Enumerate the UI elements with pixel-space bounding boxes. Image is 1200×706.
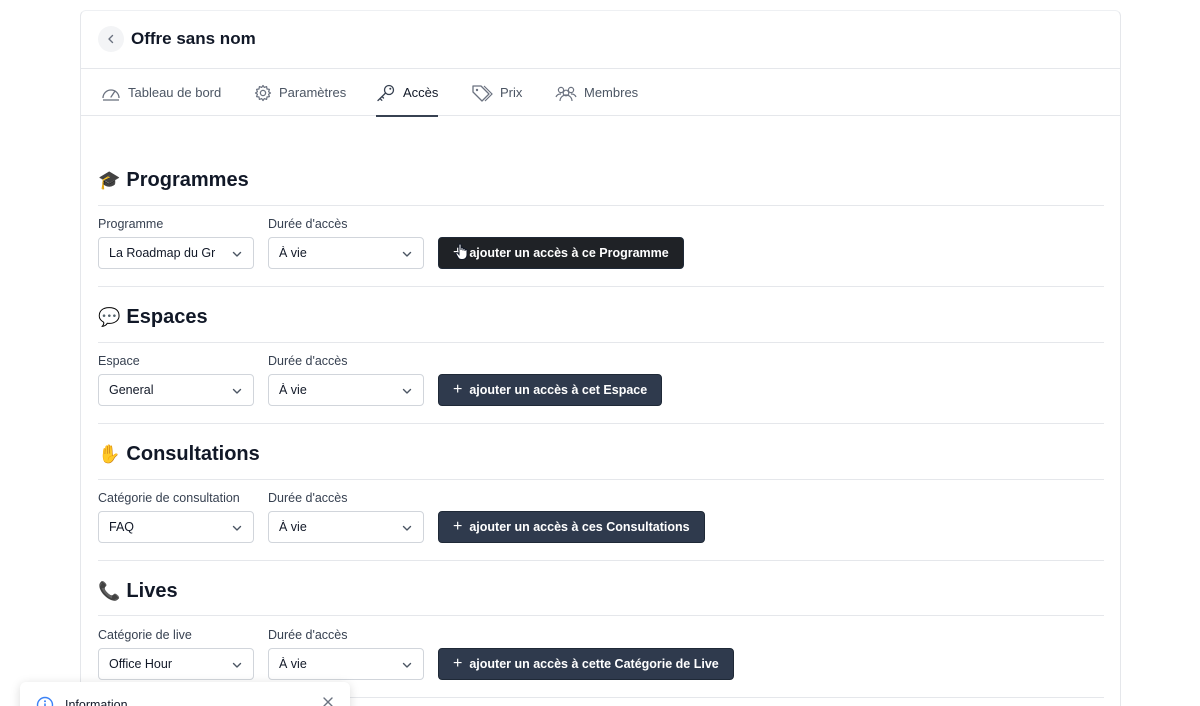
plus-icon: +: [453, 655, 463, 672]
plus-icon: +: [453, 518, 463, 535]
plus-icon: +: [453, 381, 463, 398]
tab-label: Accès: [403, 85, 439, 100]
divider: [98, 205, 1104, 206]
tag-icon: [472, 84, 493, 102]
espace-label: Espace: [98, 354, 140, 368]
chevron-down-icon: [402, 525, 412, 531]
divider: [98, 286, 1104, 287]
divider: [98, 423, 1104, 424]
tab-label: Membres: [584, 85, 639, 100]
select-value: À vie: [279, 383, 307, 397]
gear-icon: [254, 84, 272, 101]
chevron-down-icon: [402, 251, 412, 257]
consultation-category-select[interactable]: FAQ: [98, 511, 254, 543]
espace-select[interactable]: General: [98, 374, 254, 406]
button-label: ajouter un accès à ces Consultations: [469, 520, 690, 534]
duration-label: Durée d'accès: [268, 491, 348, 505]
section-title-text: Consultations: [126, 443, 260, 465]
divider: [98, 479, 1104, 480]
chevron-left-icon: [108, 34, 114, 44]
section-lives-title: 📞 Lives: [98, 580, 178, 603]
section-title-text: Programmes: [126, 169, 249, 191]
page-title: Offre sans nom: [131, 29, 256, 48]
duration-select[interactable]: À vie: [268, 511, 424, 543]
button-label: ajouter un accès à cet Espace: [469, 383, 648, 397]
key-icon: [377, 84, 395, 101]
graduation-cap-icon: 🎓: [98, 170, 121, 191]
back-button[interactable]: [98, 26, 124, 52]
select-value: FAQ: [109, 520, 135, 534]
duration-select[interactable]: À vie: [268, 374, 424, 406]
add-programme-access-button[interactable]: + ajouter un accès à ce Programme: [438, 237, 684, 269]
duration-select[interactable]: À vie: [268, 237, 424, 269]
tab-members[interactable]: Membres: [555, 69, 638, 116]
select-value: Office Hour: [109, 657, 172, 671]
section-consultations-title: ✋ Consultations: [98, 443, 260, 466]
dashboard-icon: [102, 88, 120, 101]
duration-label: Durée d'accès: [268, 628, 348, 642]
section-title-text: Lives: [126, 580, 178, 602]
section-title-text: Espaces: [126, 306, 208, 328]
information-toast: Information: [20, 682, 350, 706]
divider: [98, 615, 1104, 616]
tab-settings[interactable]: Paramètres: [254, 69, 346, 116]
add-espace-access-button[interactable]: + ajouter un accès à cet Espace: [438, 374, 663, 406]
raised-hand-icon: ✋: [98, 444, 121, 465]
live-category-label: Catégorie de live: [98, 628, 192, 642]
duration-label: Durée d'accès: [268, 354, 348, 368]
hand-cursor-icon: [455, 243, 468, 261]
add-consultations-access-button[interactable]: + ajouter un accès à ces Consultations: [438, 511, 705, 543]
tab-bar: Tableau de bord Paramètres Accès Prix Me…: [81, 69, 1120, 117]
select-value: À vie: [279, 246, 307, 260]
select-value: À vie: [279, 520, 307, 534]
consultation-category-label: Catégorie de consultation: [98, 491, 240, 505]
live-category-select[interactable]: Office Hour: [98, 648, 254, 680]
tab-access[interactable]: Accès: [376, 69, 439, 117]
tab-label: Paramètres: [279, 85, 347, 100]
divider: [98, 342, 1104, 343]
select-value: General: [109, 383, 154, 397]
tab-label: Tableau de bord: [128, 85, 222, 100]
programme-label: Programme: [98, 217, 164, 231]
offer-card: Offre sans nom Tableau de bord Paramètre…: [80, 10, 1121, 706]
select-value: La Roadmap du Gra: [109, 246, 215, 260]
section-espaces-title: 💬 Espaces: [98, 306, 208, 329]
speech-bubble-icon: 💬: [98, 307, 121, 328]
tab-price[interactable]: Prix: [471, 69, 522, 116]
button-label: ajouter un accès à ce Programme: [469, 246, 669, 260]
chevron-down-icon: [232, 662, 242, 668]
chevron-down-icon: [232, 251, 242, 257]
section-programmes-title: 🎓 Programmes: [98, 169, 249, 192]
tab-label: Prix: [500, 85, 523, 100]
duration-label: Durée d'accès: [268, 217, 348, 231]
chevron-down-icon: [232, 388, 242, 394]
users-icon: [555, 86, 577, 101]
info-icon: [36, 696, 54, 706]
add-live-category-access-button[interactable]: + ajouter un accès à cette Catégorie de …: [438, 648, 734, 680]
duration-select[interactable]: À vie: [268, 648, 424, 680]
chevron-down-icon: [402, 662, 412, 668]
toast-text: Information: [65, 698, 128, 706]
programme-select[interactable]: La Roadmap du Gra: [98, 237, 254, 269]
divider: [98, 560, 1104, 561]
tab-dashboard[interactable]: Tableau de bord: [101, 69, 221, 116]
button-label: ajouter un accès à cette Catégorie de Li…: [469, 657, 719, 671]
chevron-down-icon: [232, 525, 242, 531]
chevron-down-icon: [402, 388, 412, 394]
close-icon[interactable]: [322, 696, 334, 706]
page-header: Offre sans nom: [81, 11, 1120, 69]
select-value: À vie: [279, 657, 307, 671]
telephone-icon: 📞: [98, 581, 121, 602]
